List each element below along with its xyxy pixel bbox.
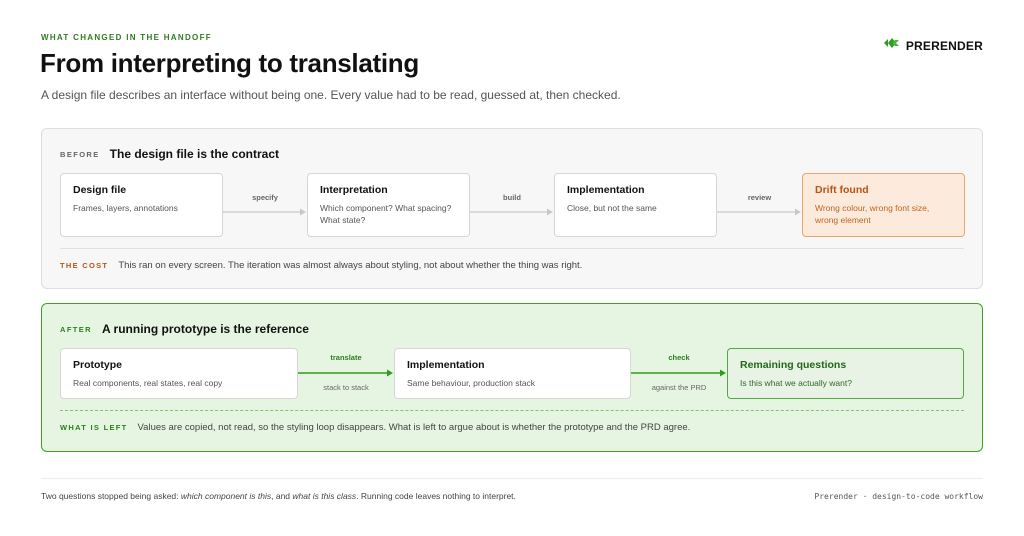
step-remaining-questions: Remaining questions Is this what we actu… bbox=[727, 348, 964, 399]
connector-label: translate bbox=[330, 353, 362, 362]
step-title: Remaining questions bbox=[740, 359, 847, 371]
connector-review: review bbox=[717, 193, 802, 223]
before-tag: BEFORE bbox=[60, 149, 100, 159]
step-desc: Which component? What spacing? What stat… bbox=[320, 203, 452, 226]
step-desc: Real components, real states, real copy bbox=[73, 378, 223, 388]
connector-sublabel: stack to stack bbox=[323, 383, 369, 392]
prerender-logo-icon bbox=[883, 36, 901, 55]
footer-question-2: what is this class bbox=[292, 491, 357, 501]
before-note: THE COST This ran on every screen. The i… bbox=[60, 260, 582, 271]
step-desc: Wrong colour, wrong font size, wrong ele… bbox=[815, 203, 930, 226]
footer-suffix: . Running code leaves nothing to interpr… bbox=[356, 491, 516, 501]
before-title: The design file is the contract bbox=[109, 147, 280, 161]
step-prototype: Prototype Real components, real states, … bbox=[60, 348, 298, 399]
after-tag: AFTER bbox=[60, 324, 92, 334]
connector-label: check bbox=[668, 353, 690, 362]
after-panel: AFTER A running prototype is the referen… bbox=[41, 303, 983, 452]
step-design-file: Design file Frames, layers, annotations bbox=[60, 173, 223, 237]
connector-label: build bbox=[503, 193, 521, 202]
step-desc: Close, but not the same bbox=[567, 203, 657, 213]
connector-specify: specify bbox=[223, 193, 307, 223]
step-desc: Same behaviour, production stack bbox=[407, 378, 536, 388]
arrow-right-icon bbox=[223, 208, 306, 216]
brand-name: PRERENDER bbox=[905, 38, 983, 53]
footer-caption: Two questions stopped being asked: which… bbox=[41, 491, 516, 501]
connector-sublabel: against the PRD bbox=[651, 383, 707, 392]
footer-credit: Prerender · design-to-code workflow bbox=[814, 492, 983, 501]
connector-label: specify bbox=[252, 193, 278, 202]
note-tag: WHAT IS LEFT bbox=[60, 423, 128, 432]
before-header: BEFORE The design file is the contract bbox=[60, 147, 279, 161]
footer-mid: , and bbox=[271, 491, 293, 501]
eyebrow-label: WHAT CHANGED IN THE HANDOFF bbox=[41, 33, 212, 42]
footer-divider bbox=[41, 478, 983, 479]
step-title: Implementation bbox=[407, 359, 485, 371]
step-drift-found: Drift found Wrong colour, wrong font siz… bbox=[802, 173, 965, 237]
arrow-right-icon bbox=[298, 369, 393, 377]
after-header: AFTER A running prototype is the referen… bbox=[60, 322, 309, 336]
step-title: Design file bbox=[73, 184, 127, 196]
step-title: Drift found bbox=[815, 184, 869, 196]
dashed-divider bbox=[60, 410, 964, 411]
note-text: This ran on every screen. The iteration … bbox=[118, 260, 583, 271]
note-tag: THE COST bbox=[60, 261, 109, 270]
connector-build: build bbox=[470, 193, 554, 223]
footer-prefix: Two questions stopped being asked: bbox=[41, 491, 181, 501]
page-title: From interpreting to translating bbox=[40, 48, 419, 78]
connector-label: review bbox=[747, 193, 772, 202]
step-desc: Frames, layers, annotations bbox=[73, 203, 178, 213]
note-text: Values are copied, not read, so the styl… bbox=[137, 422, 691, 433]
arrow-right-icon bbox=[717, 208, 801, 216]
step-implementation-after: Implementation Same behaviour, productio… bbox=[394, 348, 631, 399]
connector-translate: translate stack to stack bbox=[298, 353, 394, 395]
footer-question-1: which component is this bbox=[180, 491, 272, 501]
step-title: Interpretation bbox=[320, 184, 388, 196]
after-note: WHAT IS LEFT Values are copied, not read… bbox=[60, 422, 690, 433]
page-subtitle: A design file describes an interface wit… bbox=[41, 88, 621, 102]
step-title: Prototype bbox=[73, 359, 123, 371]
arrow-right-icon bbox=[631, 369, 726, 377]
after-title: A running prototype is the reference bbox=[102, 322, 309, 336]
before-panel: BEFORE The design file is the contract D… bbox=[41, 128, 983, 289]
step-title: Implementation bbox=[567, 184, 645, 196]
step-implementation: Implementation Close, but not the same bbox=[554, 173, 717, 237]
connector-check: check against the PRD bbox=[631, 353, 727, 395]
arrow-right-icon bbox=[470, 208, 553, 216]
divider bbox=[60, 248, 964, 249]
step-interpretation: Interpretation Which component? What spa… bbox=[307, 173, 470, 237]
brand-logo: PRERENDER bbox=[883, 36, 983, 55]
step-desc: Is this what we actually want? bbox=[740, 378, 852, 388]
